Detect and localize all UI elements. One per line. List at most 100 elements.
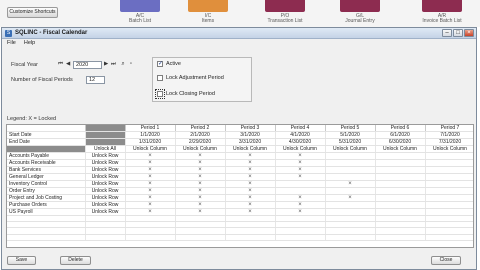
lock-cell[interactable]: × bbox=[125, 159, 176, 167]
end-date-cell[interactable]: 2/29/2020 bbox=[175, 138, 226, 146]
lock-cell[interactable]: × bbox=[275, 152, 326, 160]
start-date-cell[interactable]: 5/1/2020 bbox=[325, 131, 376, 139]
start-date-cell[interactable]: 1/1/2020 bbox=[125, 131, 176, 139]
lock-cell[interactable]: × bbox=[225, 166, 276, 174]
shortcut-4[interactable]: G/L Journal Entry bbox=[340, 0, 380, 27]
lock-cell[interactable] bbox=[275, 180, 326, 188]
menu-file[interactable]: File bbox=[7, 39, 16, 48]
unlock-column-button[interactable]: Unlock Column bbox=[325, 145, 376, 153]
lock-cell[interactable] bbox=[425, 159, 473, 167]
shortcut-5[interactable]: A/R Invoice Batch List bbox=[422, 0, 462, 27]
unlock-column-button[interactable]: Unlock Column bbox=[175, 145, 226, 153]
lock-cell[interactable] bbox=[375, 208, 426, 216]
lock-cell[interactable]: × bbox=[125, 166, 176, 174]
lock-cell[interactable]: × bbox=[125, 173, 176, 181]
minimize-button[interactable]: – bbox=[442, 29, 452, 37]
lock-cell[interactable] bbox=[425, 152, 473, 160]
first-year-button[interactable]: ⏮ bbox=[58, 61, 63, 68]
next-year-button[interactable]: ▶ bbox=[104, 61, 108, 67]
lock-cell[interactable] bbox=[325, 152, 376, 160]
unlock-column-button[interactable]: Unlock Column bbox=[275, 145, 326, 153]
lock-cell[interactable] bbox=[375, 173, 426, 181]
start-date-cell[interactable]: 6/1/2020 bbox=[375, 131, 426, 139]
lock-cell[interactable]: × bbox=[125, 187, 176, 195]
lock-cell[interactable]: × bbox=[175, 166, 226, 174]
unlock-row-button[interactable]: Unlock Row bbox=[85, 159, 126, 167]
lock-cell[interactable] bbox=[425, 187, 473, 195]
lock-cell[interactable]: × bbox=[225, 208, 276, 216]
end-date-cell[interactable]: 5/31/2020 bbox=[325, 138, 376, 146]
lock-cell[interactable]: × bbox=[275, 208, 326, 216]
lock-cell[interactable]: × bbox=[225, 187, 276, 195]
lock-cell[interactable] bbox=[425, 208, 473, 216]
lock-cell[interactable]: × bbox=[225, 152, 276, 160]
lock-cell[interactable]: × bbox=[225, 159, 276, 167]
search-icon[interactable]: ⌕ bbox=[120, 61, 126, 67]
lock-cell[interactable]: × bbox=[275, 201, 326, 209]
lock-adjustment-checkbox[interactable] bbox=[157, 75, 163, 81]
close-window-button[interactable]: × bbox=[464, 29, 474, 37]
lock-cell[interactable]: × bbox=[275, 173, 326, 181]
start-date-cell[interactable]: 7/1/2020 bbox=[425, 131, 473, 139]
shortcut-2[interactable]: I/C Items bbox=[188, 0, 228, 27]
lock-cell[interactable]: × bbox=[175, 159, 226, 167]
end-date-cell[interactable]: 1/31/2020 bbox=[125, 138, 176, 146]
active-checkbox-row[interactable]: ✓ Active bbox=[157, 61, 181, 67]
lock-cell[interactable]: × bbox=[175, 152, 226, 160]
unlock-row-button[interactable]: Unlock Row bbox=[85, 173, 126, 181]
lock-cell[interactable]: × bbox=[175, 173, 226, 181]
start-date-cell[interactable]: 2/1/2020 bbox=[175, 131, 226, 139]
customize-shortcuts-button[interactable]: Customize Shortcuts bbox=[7, 7, 58, 18]
unlock-row-button[interactable]: Unlock Row bbox=[85, 180, 126, 188]
lock-cell[interactable]: × bbox=[125, 201, 176, 209]
unlock-row-button[interactable]: Unlock Row bbox=[85, 201, 126, 209]
previous-year-button[interactable]: ◀ bbox=[66, 61, 70, 67]
maximize-button[interactable]: □ bbox=[453, 29, 463, 37]
lock-adjustment-row[interactable]: Lock Adjustment Period bbox=[157, 75, 224, 81]
lock-cell[interactable]: × bbox=[175, 201, 226, 209]
lock-cell[interactable] bbox=[375, 152, 426, 160]
lock-cell[interactable] bbox=[325, 159, 376, 167]
lock-cell[interactable] bbox=[375, 180, 426, 188]
lock-cell[interactable]: × bbox=[275, 159, 326, 167]
shortcut-1[interactable]: A/C Batch List bbox=[120, 0, 160, 27]
unlock-row-button[interactable]: Unlock Row bbox=[85, 187, 126, 195]
lock-cell[interactable] bbox=[425, 166, 473, 174]
unlock-column-button[interactable]: Unlock Column bbox=[375, 145, 426, 153]
lock-cell[interactable] bbox=[375, 187, 426, 195]
new-document-icon[interactable]: ▫ bbox=[128, 61, 134, 67]
save-button[interactable]: Save bbox=[7, 256, 36, 265]
lock-cell[interactable] bbox=[375, 194, 426, 202]
unlock-column-button[interactable]: Unlock Column bbox=[425, 145, 473, 153]
lock-cell[interactable] bbox=[325, 166, 376, 174]
lock-cell[interactable] bbox=[425, 173, 473, 181]
lock-cell[interactable] bbox=[325, 187, 376, 195]
lock-cell[interactable]: × bbox=[125, 180, 176, 188]
lock-cell[interactable]: × bbox=[225, 201, 276, 209]
period-grid[interactable]: Period 1 Period 2 Period 3 Period 4 Period 5… bbox=[6, 124, 474, 248]
num-periods-input[interactable]: 12 bbox=[86, 76, 105, 84]
start-date-cell[interactable]: 3/1/2020 bbox=[225, 131, 276, 139]
close-button[interactable]: Close bbox=[431, 256, 461, 265]
fiscal-year-input[interactable]: 2020 bbox=[73, 61, 102, 69]
lock-cell[interactable] bbox=[375, 159, 426, 167]
start-date-cell[interactable]: 4/1/2020 bbox=[275, 131, 326, 139]
lock-cell[interactable] bbox=[425, 201, 473, 209]
end-date-cell[interactable]: 3/31/2020 bbox=[225, 138, 276, 146]
lock-cell[interactable]: × bbox=[225, 173, 276, 181]
unlock-row-button[interactable]: Unlock Row bbox=[85, 166, 126, 174]
active-checkbox[interactable]: ✓ bbox=[157, 61, 163, 67]
unlock-row-button[interactable]: Unlock Row bbox=[85, 208, 126, 216]
end-date-cell[interactable]: 7/31/2020 bbox=[425, 138, 473, 146]
lock-cell[interactable] bbox=[275, 187, 326, 195]
delete-button[interactable]: Delete bbox=[60, 256, 91, 265]
unlock-column-button[interactable]: Unlock Column bbox=[125, 145, 176, 153]
end-date-cell[interactable]: 4/30/2020 bbox=[275, 138, 326, 146]
lock-cell[interactable]: × bbox=[175, 208, 226, 216]
lock-cell[interactable]: × bbox=[125, 208, 176, 216]
lock-cell[interactable]: × bbox=[125, 194, 176, 202]
last-year-button[interactable]: ⏭ bbox=[111, 61, 116, 68]
end-date-cell[interactable]: 6/30/2020 bbox=[375, 138, 426, 146]
lock-cell[interactable]: × bbox=[325, 180, 376, 188]
lock-cell[interactable] bbox=[325, 173, 376, 181]
